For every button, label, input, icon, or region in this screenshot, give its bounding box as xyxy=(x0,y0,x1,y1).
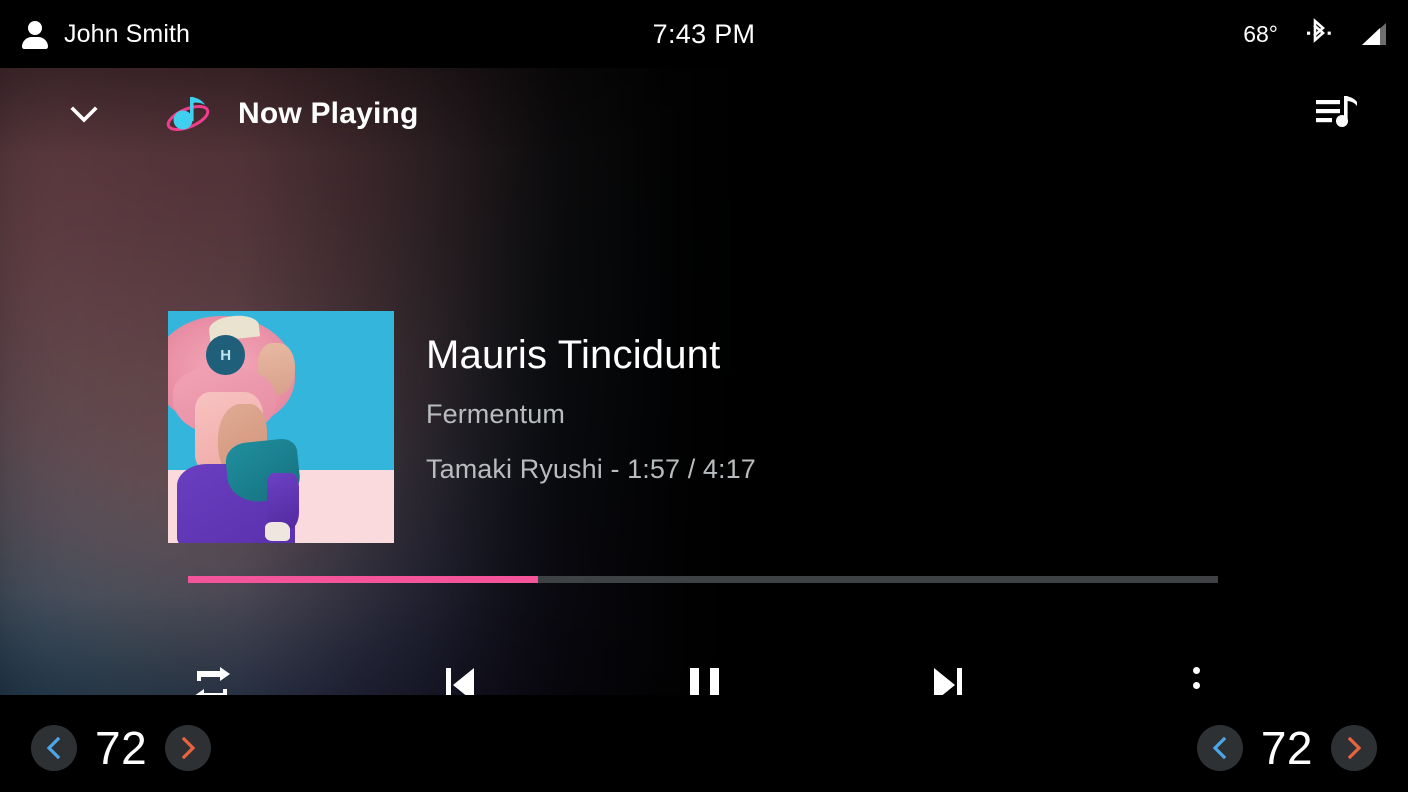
status-indicators: 68° xyxy=(1243,0,1390,68)
artist-and-time: Tamaki Ryushi - 1:57 / 4:17 xyxy=(426,454,756,484)
passenger-temp-increase-button[interactable] xyxy=(1331,725,1377,771)
chevron-down-icon[interactable] xyxy=(64,94,104,134)
bluetooth-icon[interactable] xyxy=(1306,18,1332,50)
status-bar: John Smith 7:43 PM 68° xyxy=(0,0,1408,68)
now-playing-panel: Now Playing H Mauris Tincidunt Fermentum… xyxy=(0,68,1408,695)
signal-strength-icon xyxy=(1360,21,1390,47)
driver-temp-decrease-button[interactable] xyxy=(31,725,77,771)
passenger-temp-decrease-button[interactable] xyxy=(1196,725,1243,771)
skip-next-icon[interactable] xyxy=(916,653,980,695)
pause-icon[interactable] xyxy=(672,653,736,695)
playback-controls xyxy=(0,653,1408,695)
music-note-orbit-icon xyxy=(164,92,212,136)
track-title: Mauris Tincidunt xyxy=(426,333,721,377)
headphone-logo: H xyxy=(206,335,245,375)
album-artwork[interactable]: H xyxy=(168,311,394,543)
climate-control-bar: 72 72 xyxy=(0,695,1408,792)
media-header: Now Playing xyxy=(0,68,1408,164)
passenger-climate-controls: 72 xyxy=(1196,721,1377,775)
progress-fill xyxy=(188,576,539,583)
outside-temperature: 68° xyxy=(1243,20,1278,47)
skip-previous-icon[interactable] xyxy=(428,653,492,695)
infotainment-screen: John Smith 7:43 PM 68° Now Playing H Mau… xyxy=(0,0,1408,792)
page-title: Now Playing xyxy=(238,97,419,130)
repeat-icon[interactable] xyxy=(180,653,244,695)
driver-temperature: 72 xyxy=(95,722,148,774)
more-options-icon[interactable] xyxy=(1164,653,1228,695)
clock: 7:43 PM xyxy=(652,18,756,49)
playlist-queue-icon[interactable] xyxy=(1314,92,1358,134)
driver-temp-increase-button[interactable] xyxy=(165,725,212,771)
track-metadata: Mauris Tincidunt Fermentum Tamaki Ryushi… xyxy=(426,333,756,485)
album-name: Fermentum xyxy=(426,399,565,429)
progress-bar[interactable] xyxy=(188,576,1218,583)
passenger-temperature: 72 xyxy=(1260,722,1313,774)
driver-climate-controls: 72 xyxy=(31,721,212,775)
